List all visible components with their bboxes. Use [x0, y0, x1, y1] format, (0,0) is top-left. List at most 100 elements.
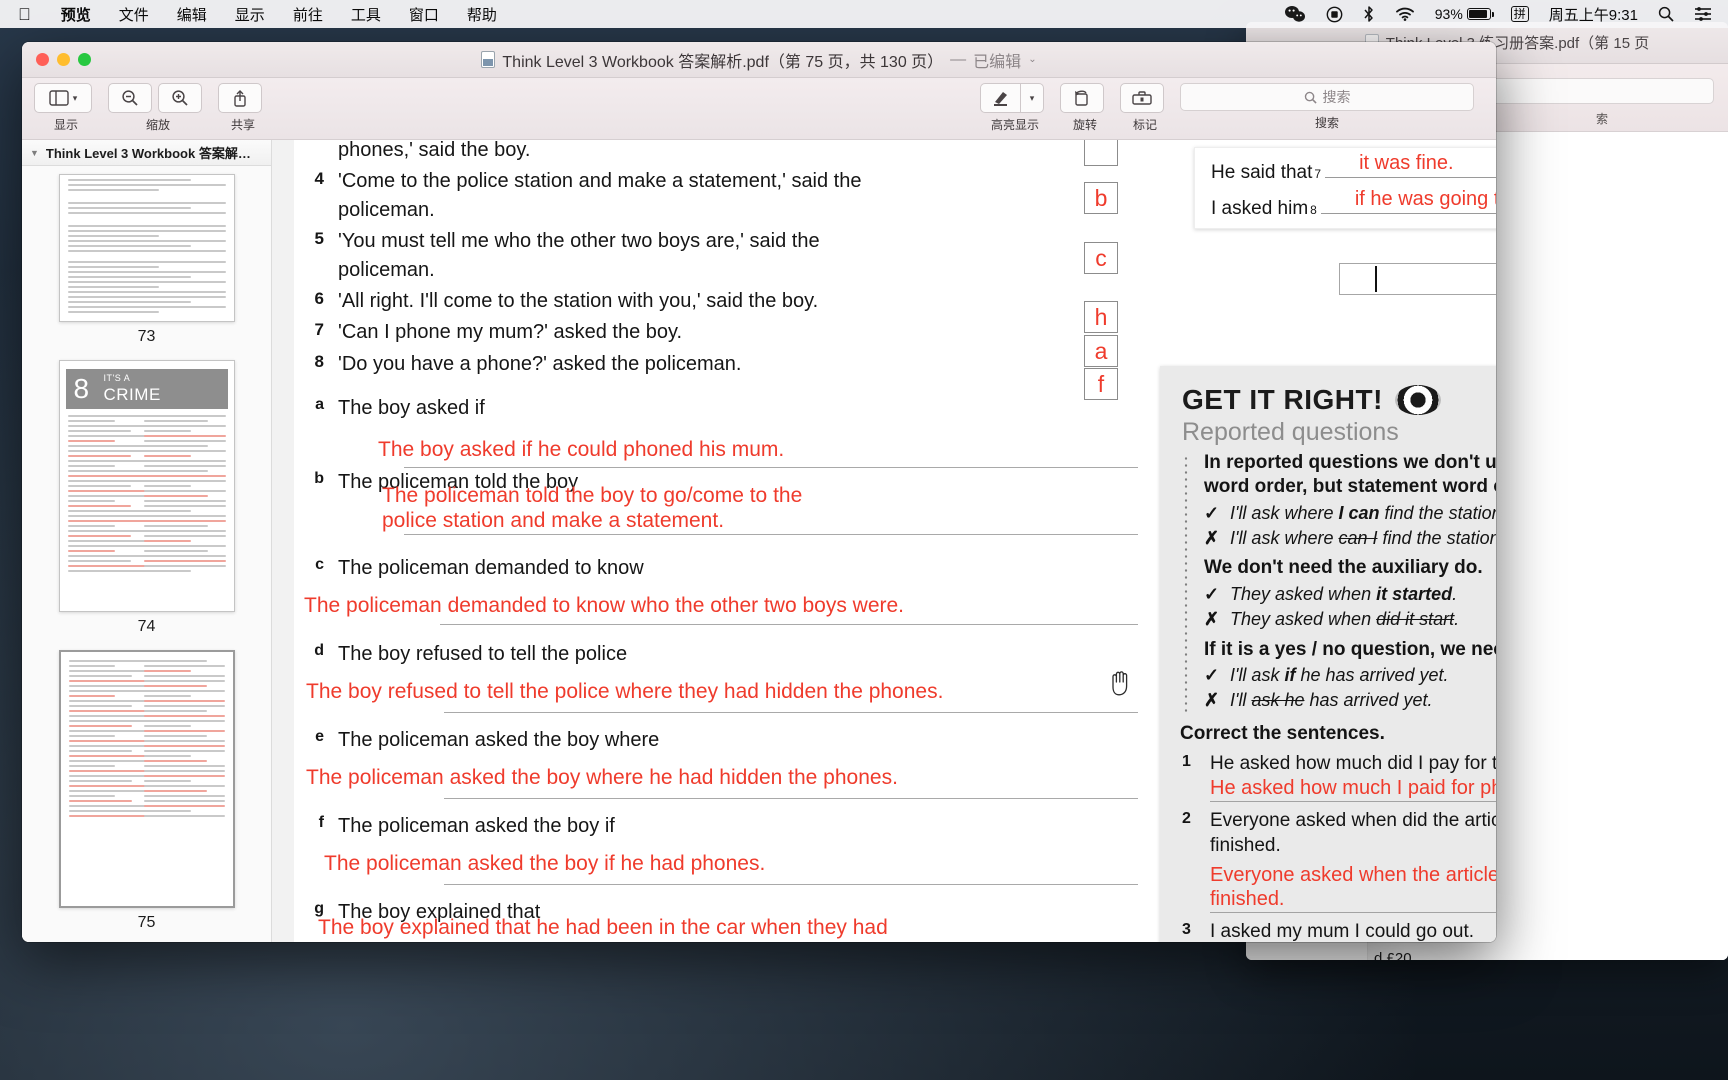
- answer-box[interactable]: [1084, 140, 1118, 166]
- answer-box[interactable]: c: [1084, 242, 1118, 274]
- thumbnail-item[interactable]: 8 IT'S A CRIME 74: [22, 360, 271, 636]
- battery-percent: 93%: [1434, 6, 1463, 22]
- share-button[interactable]: [218, 83, 262, 113]
- get-it-right-title: GET IT RIGHT!: [1182, 384, 1383, 415]
- answer-slot[interactable]: The policeman demanded to know who the o…: [304, 582, 1138, 640]
- thumbnail-item[interactable]: 75: [22, 650, 271, 932]
- menu-item-file[interactable]: 文件: [105, 4, 163, 25]
- share-toolbar-group[interactable]: 共享: [218, 83, 268, 133]
- rotate-toolbar-group[interactable]: 旋转: [1060, 83, 1110, 133]
- sidebar-header[interactable]: ▼ Think Level 3 Workbook 答案解…: [22, 140, 271, 166]
- answer-slot[interactable]: The policeman asked the boy where he had…: [304, 754, 1138, 812]
- handwritten-answer: The boy refused to tell the police where…: [306, 680, 944, 704]
- markup-toolbar-group[interactable]: 标记: [1120, 83, 1170, 133]
- rotate-label: 旋转: [1072, 118, 1097, 132]
- search-icon: [1304, 91, 1317, 104]
- answer-box[interactable]: a: [1084, 335, 1118, 367]
- menu-item-view[interactable]: 显示: [221, 4, 279, 25]
- window-title-text: Think Level 3 Workbook 答案解析.pdf（第 75 页，共…: [502, 53, 944, 71]
- wifi-icon[interactable]: [1385, 6, 1425, 22]
- markup-label: 标记: [1132, 118, 1157, 132]
- highlight-toolbar-group[interactable]: ▾ 高亮显示: [980, 83, 1050, 133]
- answer-box[interactable]: b: [1084, 182, 1118, 214]
- item-number: 7: [314, 320, 324, 340]
- item-number: 4: [314, 169, 324, 189]
- item-letter: d: [314, 642, 324, 660]
- menu-item-help[interactable]: 帮助: [453, 4, 511, 25]
- highlight-label: 高亮显示: [990, 118, 1039, 132]
- page-view[interactable]: phones,' said the boy. 4 'Come to the po…: [272, 140, 1496, 942]
- preview-window[interactable]: Think Level 3 Workbook 答案解析.pdf（第 75 页，共…: [22, 42, 1496, 942]
- answer-slot[interactable]: Everyone asked when the article had to b…: [1210, 863, 1496, 913]
- view-toolbar-group[interactable]: ▾ 显示: [34, 83, 98, 133]
- highlight-options-button[interactable]: ▾: [1020, 83, 1044, 113]
- macos-menu-bar[interactable]:  预览 文件 编辑 显示 前往 工具 窗口 帮助 93%: [0, 0, 1728, 28]
- menu-item-tools[interactable]: 工具: [337, 4, 395, 25]
- thumbnail-left-column: [67, 415, 150, 607]
- thumbnail-list[interactable]: 73 8 IT'S A CRIME 74 75: [22, 166, 271, 942]
- screen-recording-icon[interactable]: [1316, 6, 1353, 23]
- zoom-toolbar-group[interactable]: 缩放: [108, 83, 208, 133]
- markup-button[interactable]: [1120, 83, 1164, 113]
- menu-item-edit[interactable]: 编辑: [163, 4, 221, 25]
- apple-menu-icon[interactable]: : [18, 6, 31, 23]
- correct-sentence-item: 2 Everyone asked when did the article ha…: [1182, 809, 1496, 858]
- input-method-indicator[interactable]: 拼: [1501, 6, 1539, 22]
- item-letter: f: [318, 814, 324, 832]
- disclosure-triangle-icon[interactable]: ▼: [30, 148, 39, 158]
- answer-slot[interactable]: He asked how much I paid for phone.: [1210, 776, 1496, 803]
- zoom-out-button[interactable]: [108, 83, 152, 113]
- example-text: I'll ask where can I find the station.: [1230, 528, 1496, 549]
- battery-icon: [1466, 8, 1494, 20]
- zoom-in-icon: [172, 90, 188, 106]
- zoom-in-button[interactable]: [158, 83, 202, 113]
- correct-sentences-heading: Correct the sentences.: [1180, 722, 1385, 744]
- numbered-item: 6 'All right. I'll come to the station w…: [304, 287, 914, 315]
- rotate-button[interactable]: [1060, 83, 1104, 113]
- thumbnail-sidebar[interactable]: ▼ Think Level 3 Workbook 答案解… 73 8 IT'S …: [22, 140, 272, 942]
- thumbnail-content: [67, 179, 226, 317]
- answer-box[interactable]: h: [1084, 301, 1118, 333]
- answer-slot[interactable]: The policeman told the boy to go/come to…: [304, 484, 1138, 554]
- answer-box[interactable]: f: [1084, 368, 1118, 400]
- chevron-down-icon[interactable]: ⌄: [1028, 54, 1036, 65]
- highlight-button[interactable]: [980, 83, 1020, 113]
- menubar-clock[interactable]: 周五上午9:31: [1539, 4, 1648, 25]
- get-it-right-text: In reported questions we don't use quest…: [1204, 451, 1496, 715]
- menu-item-preview[interactable]: 预览: [47, 4, 105, 25]
- answer-slot[interactable]: The policeman asked the boy if he had ph…: [304, 840, 1138, 898]
- item-text: 'Can I phone my mum?' asked the boy.: [338, 321, 683, 344]
- fill-in-blank[interactable]: if he was going to hurt me.: [1320, 188, 1496, 214]
- highlighter-icon: [994, 92, 1007, 106]
- window-toolbar[interactable]: ▾ 显示 缩放 共享 ▾ 高亮显示 旋转 标记 搜索 搜索: [22, 78, 1496, 140]
- search-input[interactable]: 搜索: [1180, 83, 1474, 111]
- fill-in-card[interactable]: He said that 7 it was fine. I asked him …: [1194, 147, 1496, 229]
- wechat-icon[interactable]: [1274, 5, 1316, 23]
- window-titlebar[interactable]: Think Level 3 Workbook 答案解析.pdf（第 75 页，共…: [22, 42, 1496, 78]
- page-thumbnail[interactable]: 8 IT'S A CRIME: [58, 360, 235, 612]
- control-center-icon[interactable]: [1684, 7, 1728, 21]
- text-selection-box[interactable]: [1339, 263, 1496, 295]
- answer-slot[interactable]: The boy refused to tell the police where…: [304, 668, 1138, 726]
- toolbox-icon: [1132, 91, 1152, 105]
- pdf-page[interactable]: phones,' said the boy. 4 'Come to the po…: [294, 140, 1496, 942]
- page-thumbnail[interactable]: [58, 174, 235, 322]
- battery-status[interactable]: 93%: [1425, 6, 1501, 22]
- thumbnail-unit-number: 8: [73, 373, 90, 404]
- fill-in-blank[interactable]: it was fine.: [1325, 152, 1496, 178]
- search-toolbar-group[interactable]: 搜索 搜索: [1180, 83, 1474, 131]
- sidebar-header-label: Think Level 3 Workbook 答案解…: [45, 146, 251, 161]
- answer-slot[interactable]: The boy explained that he had been in th…: [304, 916, 914, 942]
- spotlight-search-icon[interactable]: [1648, 6, 1684, 22]
- handwritten-answer: The policeman demanded to know who the o…: [304, 594, 905, 618]
- sidebar-view-button[interactable]: ▾: [34, 83, 92, 113]
- grammar-example: ✓ I'll ask where I can find the station.: [1204, 502, 1496, 525]
- fill-in-answer: it was fine.: [1359, 152, 1454, 174]
- answer-slot[interactable]: The boy asked if he could phoned his mum…: [304, 422, 1138, 469]
- text-caret: [1375, 266, 1377, 292]
- bluetooth-icon[interactable]: [1353, 5, 1385, 23]
- page-thumbnail[interactable]: [58, 650, 235, 908]
- menu-item-window[interactable]: 窗口: [395, 4, 453, 25]
- thumbnail-item[interactable]: 73: [22, 174, 271, 346]
- menu-item-go[interactable]: 前往: [279, 4, 337, 25]
